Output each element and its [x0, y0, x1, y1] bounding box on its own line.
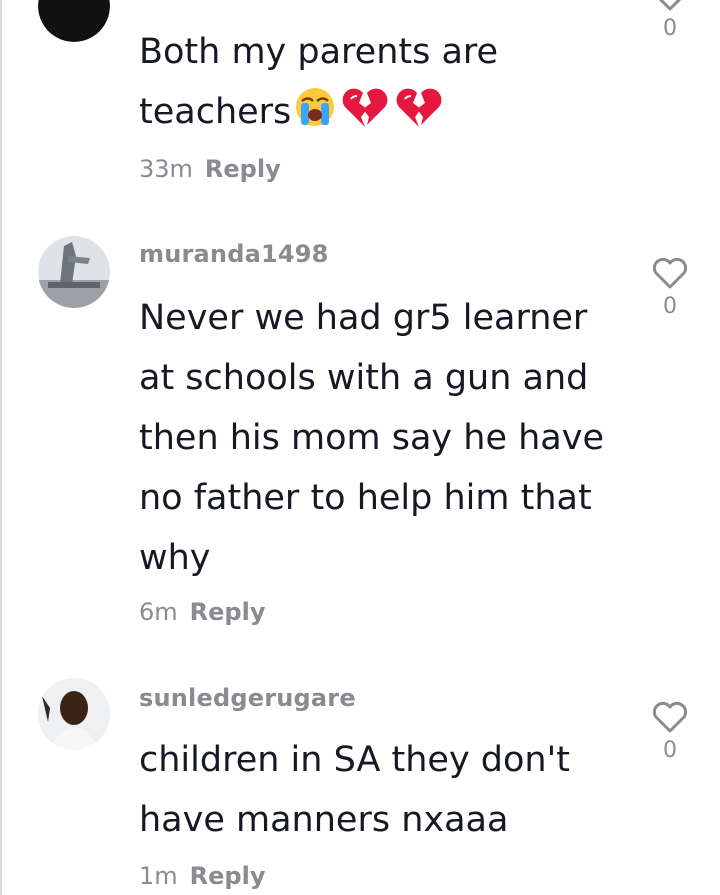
avatar[interactable]: [38, 0, 110, 42]
comment-text: Both my parents are teachers: [139, 22, 629, 148]
like-button[interactable]: 0: [648, 700, 692, 763]
comment-meta: 33m Reply: [139, 155, 281, 183]
comment-text: children in SA they don't have manners n…: [139, 740, 570, 840]
broken-heart-icon: [339, 85, 391, 148]
comment-meta: 6m Reply: [139, 598, 265, 626]
like-count: 0: [663, 738, 677, 763]
reply-button[interactable]: Reply: [190, 598, 266, 626]
comment-text-line: teachers: [139, 82, 629, 148]
comment-item: sunledgerugare children in SA they don't…: [2, 678, 720, 895]
comment-time: 33m: [139, 155, 193, 183]
username[interactable]: sunledgerugare: [139, 684, 356, 712]
comment-text-line: Both my parents are: [139, 32, 499, 72]
comment-item: muranda1498 Never we had gr5 learner at …: [2, 230, 720, 650]
heart-icon: [652, 701, 688, 733]
like-button[interactable]: 0: [648, 256, 692, 319]
comment-text-fragment: teachers: [139, 92, 292, 132]
heart-icon: [658, 0, 682, 11]
comment-text: Never we had gr5 learner at schools with…: [139, 298, 604, 578]
comment-list: Both my parents are teachers 33m Reply 0 …: [0, 0, 720, 895]
heart-icon: [652, 257, 688, 289]
broken-heart-icon: [393, 85, 445, 148]
avatar[interactable]: [38, 678, 110, 750]
comment-meta: 1m Reply: [139, 862, 265, 890]
like-button[interactable]: 0: [648, 0, 692, 41]
like-count: 0: [663, 294, 677, 319]
like-count: 0: [663, 16, 677, 41]
avatar[interactable]: [38, 236, 110, 308]
username[interactable]: muranda1498: [139, 240, 329, 268]
reply-button[interactable]: Reply: [190, 862, 266, 890]
comment-item: Both my parents are teachers 33m Reply 0: [2, 0, 720, 200]
comment-time: 1m: [139, 862, 178, 890]
comment-time: 6m: [139, 598, 178, 626]
reply-button[interactable]: Reply: [205, 155, 281, 183]
loudly-crying-face-icon: [293, 85, 337, 148]
